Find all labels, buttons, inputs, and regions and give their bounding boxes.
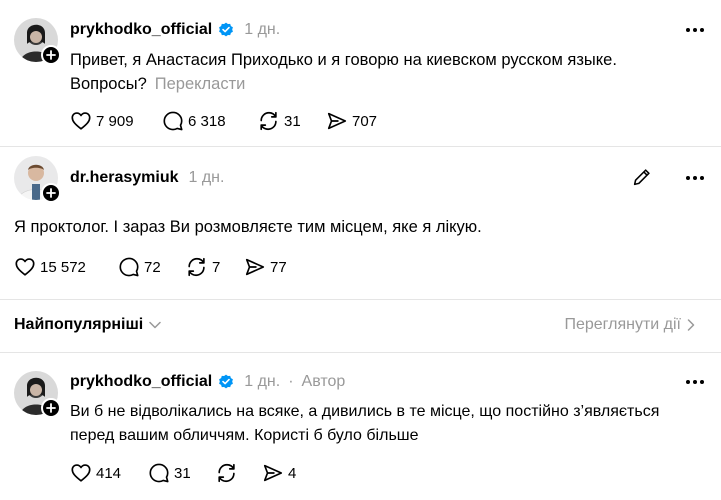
post-time[interactable]: 1 дн.: [189, 169, 225, 187]
like-count: 7 909: [96, 112, 134, 130]
repost-count: 31: [284, 112, 301, 130]
comment-icon: [163, 111, 183, 131]
view-activity-label: Переглянути дії: [564, 316, 681, 333]
avatar[interactable]: [14, 18, 61, 65]
repost-count: 7: [212, 258, 221, 276]
repost-icon: [218, 463, 235, 483]
repost-icon: [260, 111, 277, 131]
share-count: 4: [288, 464, 297, 482]
repost-icon: [188, 257, 205, 277]
post-header: prykhodko_official 1 дн. · Автор: [70, 370, 345, 394]
post-time[interactable]: 1 дн.: [244, 21, 280, 39]
sort-bar: Найпопулярніші Переглянути дії: [0, 300, 721, 352]
follow-plus-icon[interactable]: [41, 183, 61, 203]
post-actions: 15 572 72 7 77: [14, 256, 287, 278]
divider: [0, 146, 721, 147]
comment-button[interactable]: 31: [148, 462, 216, 484]
like-button[interactable]: 7 909: [70, 110, 162, 132]
sort-dropdown[interactable]: Найпопулярніші: [14, 316, 161, 334]
share-button[interactable]: 77: [244, 256, 287, 278]
share-button[interactable]: 4: [262, 462, 296, 484]
translate-link[interactable]: Перекласти: [155, 75, 246, 93]
like-button[interactable]: 414: [70, 462, 148, 484]
edit-icon[interactable]: [631, 166, 655, 190]
comment-count: 6 318: [188, 112, 226, 130]
post-time[interactable]: 1 дн.: [244, 373, 280, 391]
like-button[interactable]: 15 572: [14, 256, 118, 278]
like-count: 414: [96, 464, 122, 482]
post-text-line: Вопросы?: [70, 75, 147, 93]
chevron-right-icon: [687, 319, 695, 331]
comment-count: 72: [144, 258, 161, 276]
send-icon: [245, 258, 265, 276]
comment-icon: [119, 257, 139, 277]
send-icon: [327, 112, 347, 130]
share-count: 77: [270, 258, 287, 276]
heart-icon: [15, 258, 35, 276]
avatar[interactable]: [14, 156, 61, 203]
post-actions: 414 31 4: [70, 462, 296, 484]
verified-badge-icon: [219, 374, 234, 389]
post-text-line: Привет, я Анастасия Приходько и я говорю…: [70, 51, 617, 69]
sort-label: Найпопулярніші: [14, 316, 144, 333]
comment-count: 31: [174, 464, 191, 482]
post-header: dr.herasymiuk 1 дн.: [70, 166, 224, 190]
repost-button[interactable]: 31: [258, 110, 326, 132]
separator-dot: ·: [288, 373, 294, 390]
share-button[interactable]: 707: [326, 110, 377, 132]
comment-button[interactable]: 72: [118, 256, 186, 278]
view-activity-link[interactable]: Переглянути дії: [564, 316, 695, 334]
repost-button[interactable]: 7: [186, 256, 244, 278]
more-options-icon[interactable]: [683, 166, 707, 190]
post-text: Привет, я Анастасия Приходько и я говорю…: [70, 48, 617, 96]
follow-plus-icon[interactable]: [41, 45, 61, 65]
repost-button[interactable]: [216, 462, 262, 484]
verified-badge-icon: [219, 22, 234, 37]
post-actions: 7 909 6 318 31 707: [70, 110, 377, 132]
post-text-line-2: Вопросы? Перекласти: [70, 72, 617, 96]
post-text-line: перед вашим обличчям. Користі б було біл…: [70, 427, 419, 444]
send-icon: [263, 464, 283, 482]
more-options-icon[interactable]: [683, 370, 707, 394]
like-count: 15 572: [40, 258, 86, 276]
divider: [0, 352, 721, 353]
follow-plus-icon[interactable]: [41, 398, 61, 418]
username[interactable]: dr.herasymiuk: [70, 169, 179, 187]
author-tag: Автор: [301, 373, 346, 390]
post-text: Ви б не відволікались на всяке, а дивили…: [70, 400, 659, 448]
more-options-icon[interactable]: [683, 18, 707, 42]
username[interactable]: prykhodko_official: [70, 21, 212, 39]
avatar[interactable]: [14, 371, 61, 418]
chevron-down-icon: [149, 321, 161, 329]
heart-icon: [71, 112, 91, 130]
post-text-line: Ви б не відволікались на всяке, а дивили…: [70, 403, 660, 420]
heart-icon: [71, 464, 91, 482]
username[interactable]: prykhodko_official: [70, 373, 212, 391]
post-header: prykhodko_official 1 дн.: [70, 18, 280, 42]
post-text: Я проктолог. І зараз Ви розмовляєте тим …: [14, 218, 482, 236]
share-count: 707: [352, 112, 378, 130]
comment-icon: [149, 463, 169, 483]
comment-button[interactable]: 6 318: [162, 110, 258, 132]
